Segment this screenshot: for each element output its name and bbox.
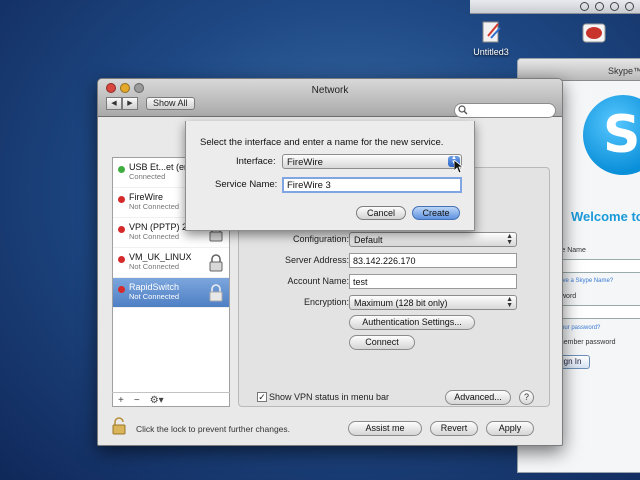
interface-value: FireWire bbox=[287, 157, 323, 168]
menubar-status-icon[interactable] bbox=[580, 2, 589, 11]
nav-buttons: ◀ ▶ bbox=[106, 97, 138, 110]
service-item-vm-uk-linux[interactable]: VM_UK_LINUX Not Connected bbox=[113, 248, 229, 278]
forward-button[interactable]: ▶ bbox=[122, 97, 138, 110]
status-dot-icon bbox=[118, 286, 125, 293]
window-titlebar: Network ◀ ▶ Show All bbox=[98, 79, 562, 118]
search-icon bbox=[458, 105, 468, 115]
configuration-popup[interactable]: Default ▲ ▼ bbox=[349, 232, 517, 247]
account-name-row: Account Name: test bbox=[239, 274, 551, 290]
service-item-rapidswitch[interactable]: RapidSwitch Not Connected bbox=[113, 278, 229, 308]
remove-service-button[interactable]: − bbox=[134, 395, 140, 406]
encryption-row: Encryption: Maximum (128 bit only) ▲ ▼ bbox=[239, 295, 551, 311]
popup-arrows-icon: ▲▼ bbox=[506, 296, 513, 309]
menubar-status-icon[interactable] bbox=[625, 2, 634, 11]
add-service-button[interactable]: + bbox=[118, 395, 124, 406]
skype-welcome: Welcome to S bbox=[571, 209, 640, 224]
connect-button[interactable]: Connect bbox=[349, 335, 415, 350]
help-button[interactable]: ? bbox=[519, 390, 534, 405]
show-vpn-label: Show VPN status in menu bar bbox=[269, 392, 390, 402]
show-vpn-checkbox[interactable]: ✓ bbox=[257, 392, 267, 402]
status-dot-icon bbox=[118, 166, 125, 173]
skype-title: Skype™ bbox=[608, 66, 640, 76]
encryption-value: Maximum (128 bit only) bbox=[354, 298, 448, 308]
service-name: RapidSwitch bbox=[129, 282, 180, 292]
window-footer: Click the lock to prevent further change… bbox=[98, 409, 562, 445]
back-button[interactable]: ◀ bbox=[106, 97, 122, 110]
action-menu-button[interactable]: ⚙▾ bbox=[150, 395, 164, 406]
desktop-icon-label: Untitled3 bbox=[473, 47, 509, 57]
status-dot-icon bbox=[118, 226, 125, 233]
authentication-settings-button[interactable]: Authentication Settings... bbox=[349, 315, 475, 330]
new-service-sheet: Select the interface and enter a name fo… bbox=[185, 121, 475, 231]
document-icon bbox=[480, 20, 502, 44]
encryption-label: Encryption: bbox=[303, 297, 349, 307]
sheet-prompt: Select the interface and enter a name fo… bbox=[200, 137, 444, 148]
account-name-field[interactable]: test bbox=[349, 274, 517, 289]
lock-open-icon[interactable] bbox=[112, 417, 126, 435]
app-icon bbox=[582, 22, 606, 44]
desktop-icon-app[interactable] bbox=[578, 22, 610, 47]
configuration-label: Configuration: bbox=[292, 234, 349, 244]
lock-icon bbox=[209, 284, 223, 302]
search-input[interactable] bbox=[454, 103, 556, 118]
server-address-row: Server Address: 83.142.226.170 bbox=[239, 253, 551, 269]
skype-remember-label: emember password bbox=[554, 339, 616, 346]
show-all-button[interactable]: Show All bbox=[146, 97, 195, 110]
mouse-pointer-icon bbox=[454, 160, 464, 174]
apply-button[interactable]: Apply bbox=[486, 421, 534, 436]
desktop-icon-untitled3[interactable]: Untitled3 bbox=[466, 20, 516, 57]
lock-text: Click the lock to prevent further change… bbox=[136, 424, 291, 434]
menubar-status-area bbox=[470, 0, 640, 14]
window-title: Network bbox=[311, 85, 349, 96]
cancel-button[interactable]: Cancel bbox=[356, 206, 406, 220]
encryption-popup[interactable]: Maximum (128 bit only) ▲ ▼ bbox=[349, 295, 517, 310]
status-dot-icon bbox=[118, 256, 125, 263]
service-name-label: Service Name: bbox=[215, 179, 278, 190]
assist-me-button[interactable]: Assist me bbox=[348, 421, 422, 436]
interface-popup[interactable]: FireWire ▲▼ bbox=[282, 154, 462, 169]
create-button[interactable]: Create bbox=[412, 206, 460, 220]
menubar-status-icon[interactable] bbox=[610, 2, 619, 11]
service-name: VM_UK_LINUX bbox=[129, 252, 192, 262]
server-address-field[interactable]: 83.142.226.170 bbox=[349, 253, 517, 268]
status-dot-icon bbox=[118, 196, 125, 203]
service-name-input[interactable]: FireWire 3 bbox=[282, 177, 462, 193]
configuration-row: Configuration: Default ▲ ▼ bbox=[239, 232, 551, 248]
interface-label: Interface: bbox=[236, 156, 276, 167]
lock-icon bbox=[209, 254, 223, 272]
revert-button[interactable]: Revert bbox=[430, 421, 478, 436]
menubar-status-icon[interactable] bbox=[595, 2, 604, 11]
service-list-toolbar: + − ⚙▾ bbox=[112, 392, 230, 408]
account-name-label: Account Name: bbox=[287, 276, 349, 286]
server-address-label: Server Address: bbox=[284, 255, 349, 265]
skype-logo: S bbox=[583, 95, 640, 175]
advanced-button[interactable]: Advanced... bbox=[445, 390, 511, 405]
configuration-value: Default bbox=[354, 235, 383, 245]
popup-arrows-icon: ▲▼ bbox=[506, 233, 513, 246]
